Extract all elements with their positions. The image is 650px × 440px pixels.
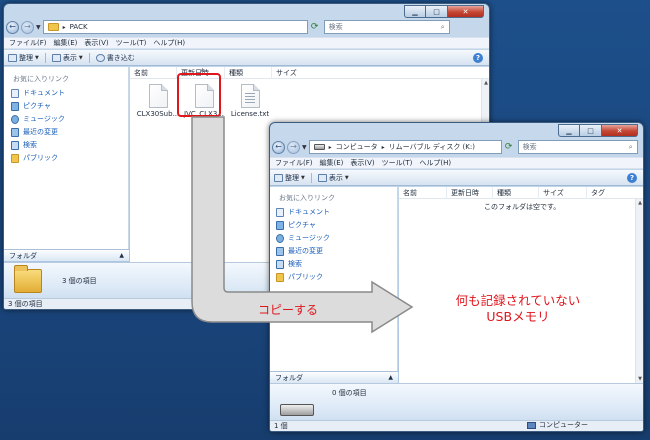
copy-arrow [191,116,414,334]
copy-label: コピーする [258,303,319,317]
copy-arrow-shape [191,116,414,334]
usb-memory-note: USBメモリ [486,309,550,324]
